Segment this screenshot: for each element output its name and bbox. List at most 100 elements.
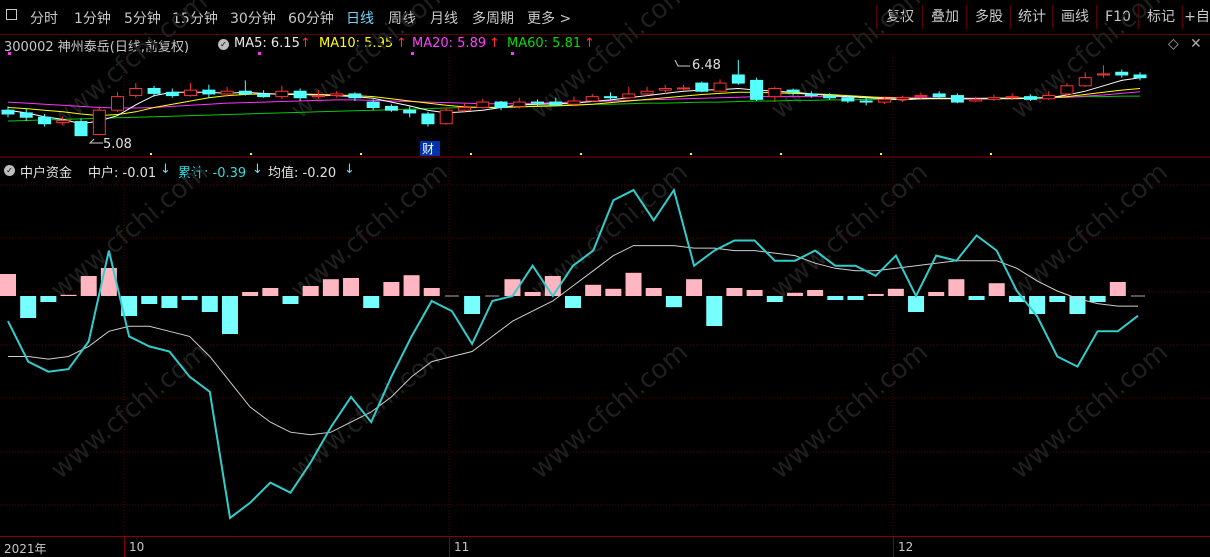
flow-bar-negative (1049, 296, 1066, 302)
event-marker-label: 财 (422, 142, 434, 156)
flow-bar-negative (363, 296, 380, 308)
flow-bar-negative (565, 296, 581, 308)
candle-down (366, 101, 380, 108)
candle-down (384, 105, 398, 111)
watermark-text: www.cfchi.com (1005, 157, 1174, 305)
flow-bar-positive (383, 282, 400, 296)
watermark-text: www.cfchi.com (765, 337, 934, 485)
low-pointer (88, 138, 103, 144)
flow-bar-negative (282, 296, 299, 304)
flow-bar-positive (1109, 282, 1126, 296)
flow-bar-positive (423, 288, 440, 296)
candle-down (530, 101, 544, 104)
candle-up (1042, 95, 1056, 100)
candle-down (1023, 96, 1037, 100)
candle-down (165, 91, 179, 97)
candle-down (1115, 71, 1129, 76)
ma-marker-dot (8, 52, 11, 55)
candle-up (567, 100, 581, 105)
flow-bar-positive (948, 279, 965, 296)
oct-tick (124, 537, 125, 557)
flag-dot (580, 153, 582, 155)
candle-up (622, 93, 636, 99)
candle-up (439, 109, 453, 125)
flow-bar-positive (0, 274, 16, 296)
candle-down (932, 93, 946, 98)
oct-label: 10 (129, 540, 145, 554)
watermark-text: www.cfchi.com (525, 0, 694, 125)
flow-bar-positive (585, 284, 602, 296)
candle-down (859, 100, 873, 103)
flow-bar-negative (827, 296, 844, 300)
candle-up (92, 109, 106, 136)
flag-dot (150, 153, 152, 155)
candle-down (147, 88, 161, 94)
flow-bar-negative (221, 296, 238, 334)
flow-bar-negative (1089, 296, 1106, 302)
flow-bar-positive (625, 272, 642, 296)
flow-bar-positive (686, 279, 703, 296)
flow-bar-negative (464, 296, 481, 314)
candle-up (56, 119, 70, 124)
candle-down (202, 89, 216, 95)
candle-up (969, 98, 983, 102)
candle-up (914, 95, 928, 98)
high-pointer (674, 59, 690, 67)
candle-down (731, 74, 745, 84)
flow-bar-positive (726, 288, 743, 296)
flow-bar-negative (141, 296, 158, 304)
flow-bar-positive (928, 292, 945, 296)
candle-up (987, 97, 1001, 100)
ma-marker-dot (511, 52, 514, 55)
candle-up (1060, 85, 1074, 95)
watermark-text: www.cfchi.com (765, 0, 934, 125)
candle-up (476, 101, 490, 108)
candle-up (1096, 73, 1110, 76)
candle-down (348, 93, 362, 99)
flag-dot (880, 153, 882, 155)
candle-down (786, 89, 800, 93)
candle-up (585, 96, 599, 102)
candle-up (677, 87, 691, 90)
flow-bar-positive (988, 283, 1005, 296)
year-label: 2021年 (4, 542, 47, 556)
candle-up (275, 90, 289, 98)
flow-bar-negative (1029, 296, 1046, 314)
candle-up (330, 93, 344, 97)
candle-down (293, 90, 307, 99)
flow-bar-positive (343, 278, 360, 296)
candle-down (421, 113, 435, 125)
candle-down (38, 116, 52, 125)
flag-dot (250, 153, 252, 155)
candle-down (403, 109, 417, 114)
candle-up (311, 95, 325, 98)
flow-bar-positive (524, 292, 541, 296)
chart-canvas[interactable]: www.cfchi.com www.cfchi.com www.cfchi.com w… (0, 0, 1210, 536)
candle-down (1, 109, 15, 115)
flow-bar-positive (403, 275, 420, 296)
candle-down (950, 95, 964, 103)
flag-dot (470, 153, 472, 155)
flow-bar-negative (908, 296, 925, 312)
high-price-label: 6.48 (692, 58, 721, 73)
flow-bar-negative (161, 296, 178, 308)
flow-bar-positive (887, 288, 904, 296)
dec-label: 12 (898, 540, 914, 554)
flow-bar-positive (60, 294, 77, 296)
candle-up (184, 89, 198, 97)
candle-up (111, 96, 125, 111)
flow-bar-positive (645, 288, 662, 296)
flow-bar-negative (20, 296, 37, 318)
flow-bar-positive (867, 294, 884, 296)
candle-up (713, 82, 727, 92)
candle-down (823, 95, 837, 99)
candle-down (604, 96, 618, 99)
date-axis: 2021年 10 11 12 (0, 536, 1210, 557)
candle-down (257, 93, 271, 98)
candle-down (494, 101, 508, 108)
watermark-text: www.cfchi.com (45, 157, 214, 305)
flow-bar-positive (242, 292, 259, 296)
flow-bar-negative (181, 296, 198, 300)
flow-bar-positive (80, 276, 97, 296)
candle-down (238, 90, 252, 95)
